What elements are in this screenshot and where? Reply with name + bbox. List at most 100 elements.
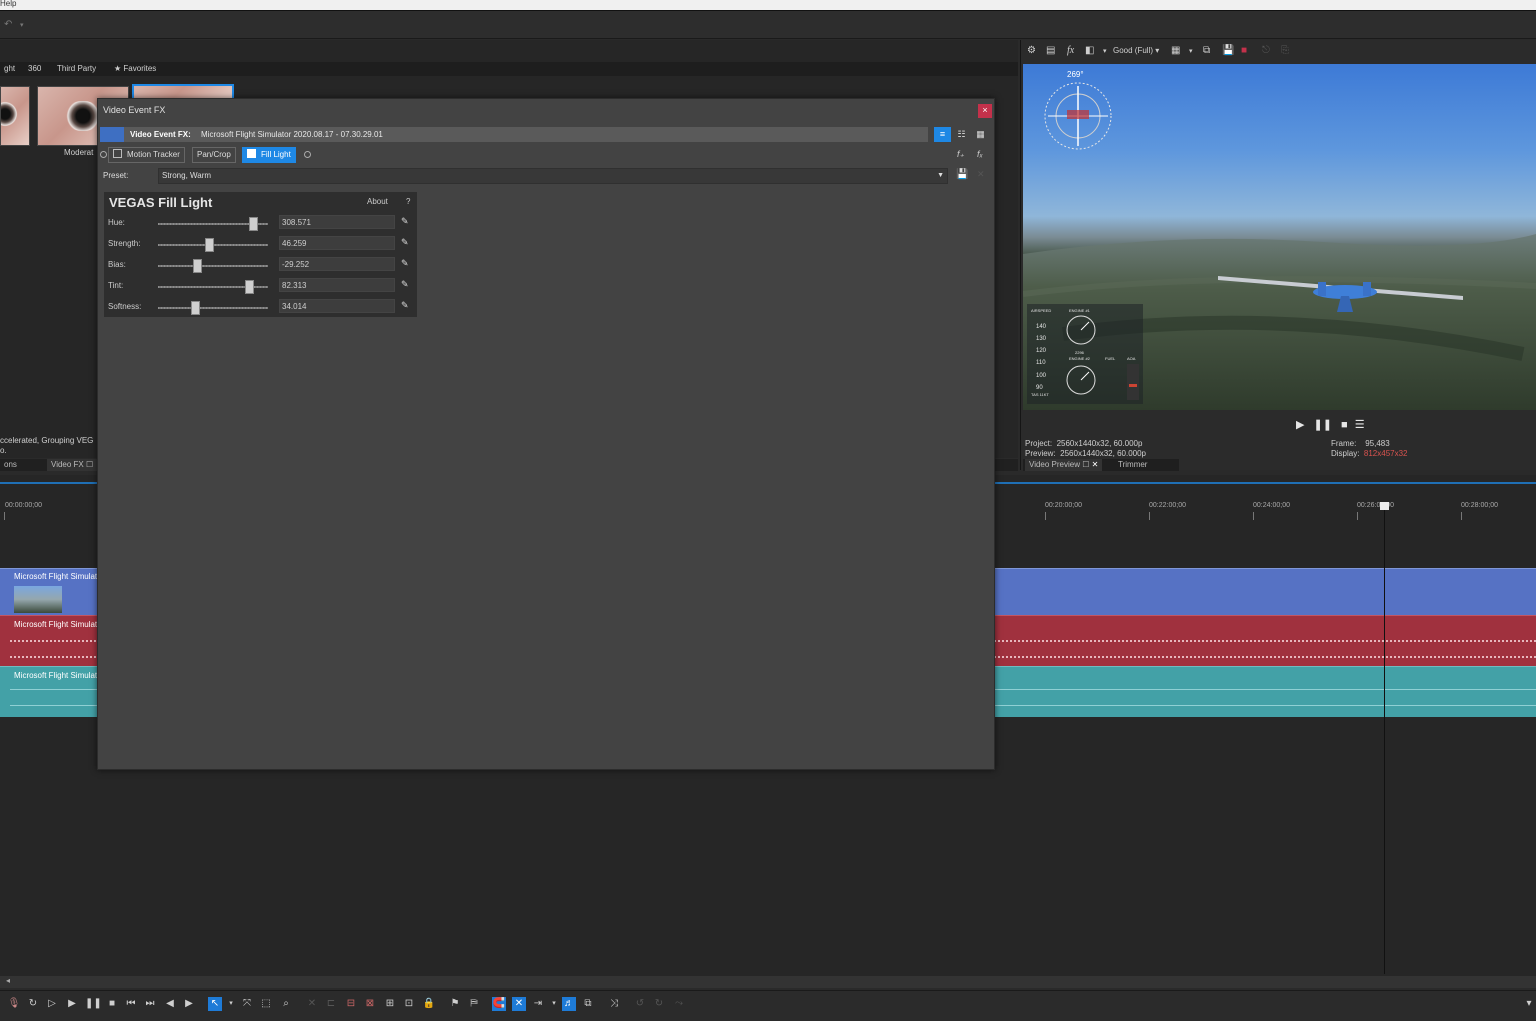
- pause-icon[interactable]: ❚❚: [1314, 419, 1332, 431]
- record-icon[interactable]: ■: [1241, 45, 1247, 56]
- next-frame-icon[interactable]: ▶: [182, 997, 196, 1011]
- tab-light[interactable]: ght: [0, 62, 19, 76]
- param-value-field[interactable]: 82.313: [279, 278, 395, 292]
- param-slider-thumb[interactable]: [245, 280, 254, 294]
- play-from-start-icon[interactable]: ▷: [45, 997, 59, 1011]
- param-value-field[interactable]: 46.259: [279, 236, 395, 250]
- dropdown-arrow-icon[interactable]: ▾: [547, 997, 561, 1011]
- tab-third-party[interactable]: Third Party: [53, 62, 100, 76]
- eyedropper-icon[interactable]: ✎: [401, 258, 409, 269]
- region-icon[interactable]: ⛿: [467, 997, 481, 1011]
- ruler-tick: [1149, 512, 1150, 520]
- playhead-marker-icon[interactable]: [1380, 502, 1389, 510]
- fx-browser-tabs: ght 360 Third Party ★ Favorites: [0, 62, 1018, 76]
- eyedropper-icon[interactable]: ✎: [401, 216, 409, 227]
- play-icon[interactable]: ▶: [1296, 419, 1304, 431]
- auto-crossfade-icon[interactable]: ✕: [512, 997, 526, 1011]
- split-icon[interactable]: ⊟: [344, 997, 358, 1011]
- tab-favorites[interactable]: ★ Favorites: [110, 62, 160, 76]
- grid-view-icon[interactable]: ▦: [972, 127, 989, 142]
- chain-item-fill-light[interactable]: Fill Light: [242, 147, 296, 163]
- chain-item-pan-crop[interactable]: Pan/Crop: [192, 147, 236, 163]
- dropdown-arrow-icon[interactable]: ▾: [20, 21, 24, 29]
- gear-icon[interactable]: ⚙: [1027, 45, 1036, 56]
- copy-snapshot-icon[interactable]: ⧉: [1203, 45, 1210, 56]
- compact-view-icon[interactable]: ☷: [953, 127, 970, 142]
- record-icon[interactable]: 🎙: [7, 997, 21, 1011]
- plugin-chain-icon[interactable]: [100, 127, 124, 142]
- fx-add-icon[interactable]: f₊: [957, 149, 964, 160]
- lock-envelopes-icon[interactable]: ♬: [562, 997, 576, 1011]
- stop-icon[interactable]: ■: [1341, 419, 1348, 431]
- dropdown-arrow-icon[interactable]: ▾: [1103, 47, 1107, 55]
- tab-transitions[interactable]: ons: [0, 459, 21, 471]
- zoom-tool-icon[interactable]: ⌕: [279, 997, 293, 1011]
- fx-icon[interactable]: fx: [1067, 45, 1074, 56]
- param-value-field[interactable]: 308.571: [279, 215, 395, 229]
- about-button[interactable]: About: [367, 197, 388, 206]
- pause-icon[interactable]: ❚❚: [85, 997, 102, 1011]
- grid-overlay-icon[interactable]: ▦: [1171, 45, 1180, 56]
- param-value-field[interactable]: 34.014: [279, 299, 395, 313]
- split-screen-icon[interactable]: ◧: [1085, 45, 1094, 56]
- go-to-end-icon[interactable]: ⏭: [143, 997, 157, 1011]
- flight-scene-image: 269° AIRSPEED ENGINE #1 ENGINE #2 FUEL A…: [1023, 70, 1536, 410]
- auto-ripple-icon[interactable]: ⇥: [531, 997, 545, 1011]
- param-slider-ticks: [158, 307, 268, 309]
- save-preset-icon[interactable]: 💾: [956, 169, 968, 180]
- playhead-line[interactable]: [1384, 504, 1385, 974]
- preset-thumbnail[interactable]: [0, 86, 30, 146]
- param-slider-thumb[interactable]: [249, 217, 258, 231]
- undo-icon[interactable]: ↶: [4, 19, 12, 30]
- preview-quality-label: Good (Full): [1113, 46, 1154, 55]
- menu-help[interactable]: Help: [0, 0, 16, 8]
- menu-icon[interactable]: ☰: [1355, 419, 1365, 431]
- lock-icon[interactable]: ⊡: [402, 997, 416, 1011]
- trim-end-icon[interactable]: ⊞: [383, 997, 397, 1011]
- timeline-scrollbar[interactable]: ◂: [0, 976, 1536, 988]
- close-icon[interactable]: ✕: [1092, 460, 1099, 469]
- checkbox-unchecked-icon[interactable]: [113, 149, 122, 158]
- tab-trimmer[interactable]: Trimmer: [1114, 459, 1151, 471]
- scroll-left-icon[interactable]: ◂: [6, 976, 10, 985]
- selection-tool-icon[interactable]: ⬚: [259, 997, 273, 1011]
- prev-frame-icon[interactable]: ◀: [163, 997, 177, 1011]
- disabled-icon: ↺: [635, 998, 645, 1009]
- dropdown-arrow-icon[interactable]: ▾: [224, 997, 238, 1011]
- preview-quality-select[interactable]: Good (Full) ▾: [1113, 46, 1159, 55]
- normal-edit-tool-icon[interactable]: ↖: [208, 997, 222, 1011]
- stop-icon[interactable]: ■: [105, 997, 119, 1011]
- eyedropper-icon[interactable]: ✎: [401, 300, 409, 311]
- eyedropper-icon[interactable]: ✎: [401, 237, 409, 248]
- chain-item-motion-tracker[interactable]: Motion Tracker: [108, 147, 185, 163]
- tab-360[interactable]: 360: [24, 62, 45, 76]
- save-snapshot-icon[interactable]: 💾: [1222, 45, 1234, 56]
- eyedropper-icon[interactable]: ✎: [401, 279, 409, 290]
- tab-video-preview[interactable]: Video Preview ☐ ✕: [1025, 459, 1103, 471]
- marker-icon[interactable]: ⚑: [448, 997, 462, 1011]
- go-to-start-icon[interactable]: ⏮: [124, 997, 138, 1011]
- dropdown-arrow-icon[interactable]: ▾: [1189, 47, 1193, 55]
- marker-down-icon[interactable]: ▾: [1522, 997, 1536, 1011]
- loop-icon[interactable]: ↻: [26, 997, 40, 1011]
- preset-dropdown[interactable]: Strong, Warm ▼: [158, 168, 948, 184]
- external-monitor-icon[interactable]: ▤: [1046, 45, 1055, 56]
- param-slider-thumb[interactable]: [205, 238, 214, 252]
- envelope-tool-icon[interactable]: ⤧: [240, 997, 254, 1011]
- tab-video-fx[interactable]: Video FX ☐: [47, 459, 98, 471]
- close-button[interactable]: ×: [978, 104, 992, 118]
- param-slider-thumb[interactable]: [191, 301, 200, 315]
- ignore-grouping-icon[interactable]: ⧉: [581, 997, 595, 1011]
- project-label: Project:: [1025, 439, 1053, 448]
- play-icon[interactable]: ▶: [65, 997, 79, 1011]
- snapping-icon[interactable]: 🧲: [492, 997, 506, 1011]
- fx-remove-icon[interactable]: fₓ: [977, 149, 983, 159]
- help-button[interactable]: ?: [406, 197, 410, 206]
- fx-description: ccelerated, Grouping VEG o.: [0, 436, 100, 456]
- list-view-icon[interactable]: ≡: [934, 127, 951, 142]
- param-value-field[interactable]: -29.252: [279, 257, 395, 271]
- checkbox-checked-icon[interactable]: [247, 149, 256, 158]
- param-slider-thumb[interactable]: [193, 259, 202, 273]
- trim-start-icon[interactable]: ⊠: [363, 997, 377, 1011]
- nudge-icon[interactable]: ⤨: [607, 997, 621, 1011]
